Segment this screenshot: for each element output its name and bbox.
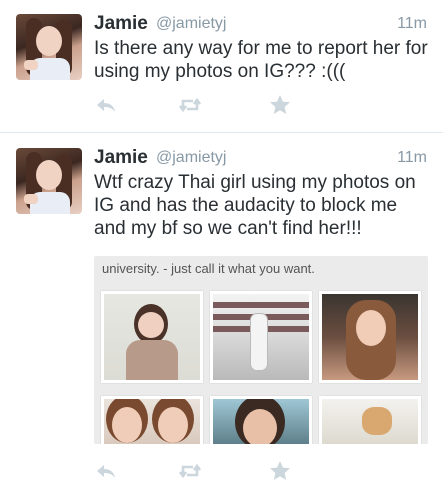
- attached-photo[interactable]: university. - just call it what you want…: [94, 256, 428, 444]
- tweet[interactable]: Jamie @jamietyj 11m Wtf crazy Thai girl …: [0, 133, 443, 499]
- tweet-actions: [94, 459, 424, 483]
- photo-thumbnail: [319, 291, 421, 383]
- user-handle[interactable]: @jamietyj: [156, 149, 226, 167]
- photo-thumbnail: [101, 291, 203, 383]
- retweet-icon[interactable]: [178, 459, 202, 483]
- photo-thumbnail: [101, 396, 203, 444]
- avatar[interactable]: [16, 14, 82, 80]
- photo-thumbnail: [210, 396, 312, 444]
- tweet[interactable]: Jamie @jamietyj 11m Is there any way for…: [0, 0, 443, 132]
- timestamp[interactable]: 11m: [397, 15, 427, 33]
- reply-icon[interactable]: [94, 93, 118, 117]
- user-name[interactable]: Jamie: [94, 13, 148, 35]
- user-handle[interactable]: @jamietyj: [156, 15, 226, 33]
- tweet-actions: [94, 93, 424, 117]
- tweet-text: Is there any way for me to report her fo…: [94, 38, 428, 82]
- star-icon[interactable]: [268, 459, 292, 483]
- star-icon[interactable]: [268, 93, 292, 117]
- retweet-icon[interactable]: [178, 93, 202, 117]
- photo-thumbnail: [210, 291, 312, 383]
- media-caption: university. - just call it what you want…: [102, 261, 315, 276]
- avatar[interactable]: [16, 148, 82, 214]
- tweet-text: Wtf crazy Thai girl using my photos on I…: [94, 172, 416, 239]
- timestamp[interactable]: 11m: [397, 149, 427, 167]
- user-name[interactable]: Jamie: [94, 147, 148, 169]
- photo-thumbnail: [319, 396, 421, 444]
- reply-icon[interactable]: [94, 459, 118, 483]
